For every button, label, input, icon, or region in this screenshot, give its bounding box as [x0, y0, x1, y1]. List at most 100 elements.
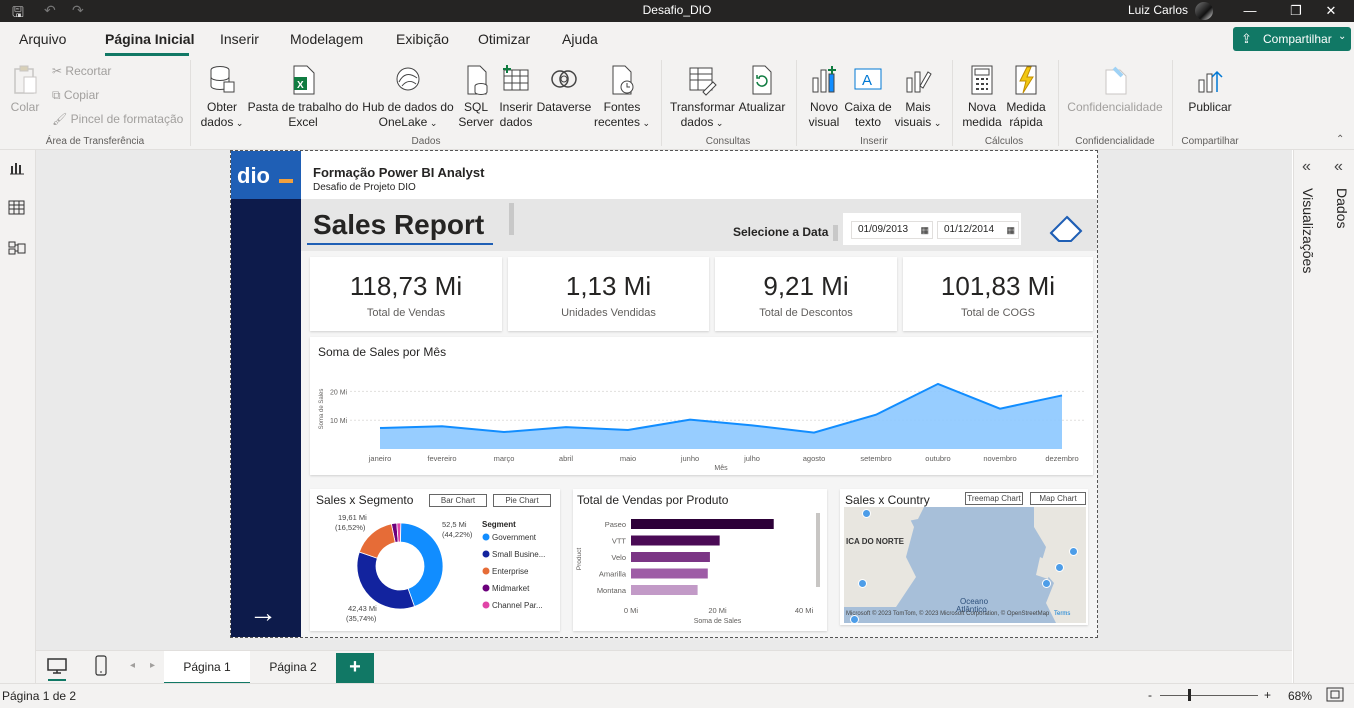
share-button[interactable]: ⇪ Compartilhar ⌄: [1233, 27, 1351, 51]
model-view-icon[interactable]: [8, 240, 26, 256]
report-view-icon[interactable]: [8, 160, 26, 176]
map-bubble[interactable]: [1055, 563, 1064, 572]
data-label: (44,22%): [442, 530, 473, 539]
group-clipboard-label: Área de Transferência: [45, 136, 145, 147]
enter-data-button[interactable]: Inserir dados: [496, 64, 536, 130]
quick-measure-button[interactable]: Medida rápida: [1004, 64, 1048, 130]
publish-icon: [1195, 64, 1225, 96]
refresh-button[interactable]: Atualizar: [736, 64, 788, 115]
collapse-data-icon[interactable]: «: [1334, 158, 1343, 176]
desktop-layout-icon[interactable]: [46, 657, 68, 678]
data-label: 42,43 Mi: [348, 604, 377, 613]
quick-measure-icon: [1011, 64, 1041, 96]
sql-icon: [461, 64, 491, 96]
title-row: Sales Report Selecione a Data 01/09/2013…: [301, 199, 1097, 251]
legend-marker: [482, 567, 490, 575]
page-tab-2[interactable]: Página 2: [250, 651, 336, 684]
table-view-icon[interactable]: [8, 200, 26, 216]
arrow-right-icon[interactable]: →: [249, 599, 277, 627]
tab-modelagem[interactable]: Modelagem: [290, 31, 363, 47]
tab-inserir[interactable]: Inserir: [220, 31, 259, 47]
collapse-ribbon-icon[interactable]: ⌃: [1336, 134, 1344, 145]
get-data-button[interactable]: Obter dados ⌄: [198, 64, 246, 131]
mobile-layout-icon[interactable]: [94, 655, 108, 680]
end-date-input[interactable]: 01/12/2014 ▦: [937, 221, 1019, 239]
sales-by-month-chart[interactable]: Soma de Sales por Mês 10 Mi 20 Mi janeiro f…: [310, 337, 1093, 475]
zoom-out-button[interactable]: -: [1148, 688, 1152, 702]
scroll-left-icon[interactable]: ◂: [130, 660, 135, 671]
zoom-slider-track[interactable]: [1160, 695, 1258, 696]
copy-button[interactable]: ⧉ Copiar: [52, 88, 99, 103]
x-tick-label: janeiro: [368, 454, 392, 463]
scroll-right-icon[interactable]: ▸: [150, 660, 155, 671]
minimize-button[interactable]: —: [1227, 0, 1273, 22]
legend-item: Government: [492, 533, 537, 542]
map-terms-link[interactable]: Terms: [1054, 611, 1070, 617]
close-button[interactable]: ✕: [1308, 0, 1354, 22]
text-box-button[interactable]: A Caixa de texto: [844, 64, 892, 130]
calculator-icon: [967, 64, 997, 96]
calendar-icon: ▦: [1006, 225, 1015, 235]
page-tabs-bar: ◂ ▸ Página 1 Página 2 +: [36, 650, 1292, 684]
more-visuals-button[interactable]: Mais visuais ⌄: [892, 64, 944, 131]
map-toggle-button[interactable]: Map Chart: [1030, 492, 1086, 505]
tab-arquivo[interactable]: Arquivo: [19, 31, 66, 47]
tab-otimizar[interactable]: Otimizar: [478, 31, 530, 47]
format-painter-button[interactable]: 🖌 Pincel de formatação: [52, 112, 183, 126]
onelake-icon: [393, 64, 423, 96]
new-measure-button[interactable]: Nova medida: [960, 64, 1004, 130]
kpi-card-unidades[interactable]: 1,13 Mi Unidades Vendidas: [508, 257, 709, 331]
y-tick-label: Montana: [597, 586, 627, 595]
kpi-card-cogs[interactable]: 101,83 Mi Total de COGS: [903, 257, 1093, 331]
chevron-down-icon: ⌄: [1338, 31, 1347, 42]
user-name[interactable]: Luiz Carlos: [1128, 3, 1188, 17]
data-pane-tab[interactable]: Dados: [1334, 188, 1350, 228]
group-sensitivity-label: Confidencialidade: [1075, 136, 1155, 147]
sales-by-segment-chart[interactable]: Sales x Segmento Bar Chart Pie Chart 52,…: [310, 489, 560, 631]
scissors-icon: ✂: [52, 64, 63, 78]
eraser-icon[interactable]: [1047, 209, 1087, 248]
avatar[interactable]: [1195, 2, 1213, 20]
visualizations-pane-tab[interactable]: Visualizações: [1300, 188, 1316, 273]
map-bubble[interactable]: [1042, 579, 1051, 588]
tab-pagina-inicial[interactable]: Página Inicial: [105, 31, 194, 47]
legend-item: Small Busine...: [492, 550, 545, 559]
recent-sources-button[interactable]: Fontes recentes ⌄: [592, 64, 652, 131]
cut-button[interactable]: ✂ Recortar: [52, 64, 111, 78]
publish-button[interactable]: Publicar: [1182, 64, 1238, 115]
clipboard-icon: [10, 64, 40, 96]
zoom-slider-thumb[interactable]: [1188, 689, 1191, 701]
fit-to-page-icon[interactable]: [1326, 687, 1344, 706]
collapse-visualizations-icon[interactable]: «: [1302, 158, 1311, 176]
sales-by-product-chart[interactable]: Total de Vendas por Produto Paseo VTT Velo…: [573, 489, 827, 631]
legend-title: Segment: [482, 520, 516, 529]
x-tick-label: 20 Mi: [708, 606, 727, 615]
zoom-in-button[interactable]: +: [1264, 688, 1271, 702]
map-area[interactable]: ICA DO NORTE Oceano Atlântico Microsoft …: [844, 507, 1086, 623]
transform-data-button[interactable]: Transformar dados ⌄: [670, 64, 735, 131]
sql-server-button[interactable]: SQL Server: [456, 64, 496, 130]
dataverse-button[interactable]: Dataverse: [536, 64, 592, 115]
area-chart-svg: 10 Mi 20 Mi janeiro fevereiro março abril maio…: [319, 382, 1085, 472]
map-bubble[interactable]: [858, 579, 867, 588]
add-page-button[interactable]: +: [336, 653, 374, 683]
page-title: Sales Report: [313, 209, 485, 240]
start-date-input[interactable]: 01/09/2013 ▦: [851, 221, 933, 239]
calendar-icon: ▦: [920, 225, 929, 235]
paste-button[interactable]: Colar: [8, 64, 42, 115]
sensitivity-button[interactable]: Confidencialidade: [1064, 64, 1166, 115]
bar: [631, 519, 774, 529]
page-tab-1[interactable]: Página 1: [164, 651, 250, 684]
map-bubble[interactable]: [1069, 547, 1078, 556]
excel-workbook-button[interactable]: X Pasta de trabalho do Excel: [246, 64, 360, 130]
report-header-title: Formação Power BI Analyst: [313, 165, 485, 180]
new-visual-button[interactable]: Novo visual: [804, 64, 844, 130]
tab-ajuda[interactable]: Ajuda: [562, 31, 598, 47]
tab-exibicao[interactable]: Exibição: [396, 31, 449, 47]
map-bubble[interactable]: [862, 509, 871, 518]
treemap-toggle-button[interactable]: Treemap Chart: [965, 492, 1023, 505]
sales-by-country-map[interactable]: Sales x Country Treemap Chart Map Chart …: [840, 489, 1088, 625]
onelake-hub-button[interactable]: Hub de dados do OneLake ⌄: [360, 64, 456, 131]
kpi-card-descontos[interactable]: 9,21 Mi Total de Descontos: [715, 257, 897, 331]
kpi-card-total-vendas[interactable]: 118,73 Mi Total de Vendas: [310, 257, 502, 331]
